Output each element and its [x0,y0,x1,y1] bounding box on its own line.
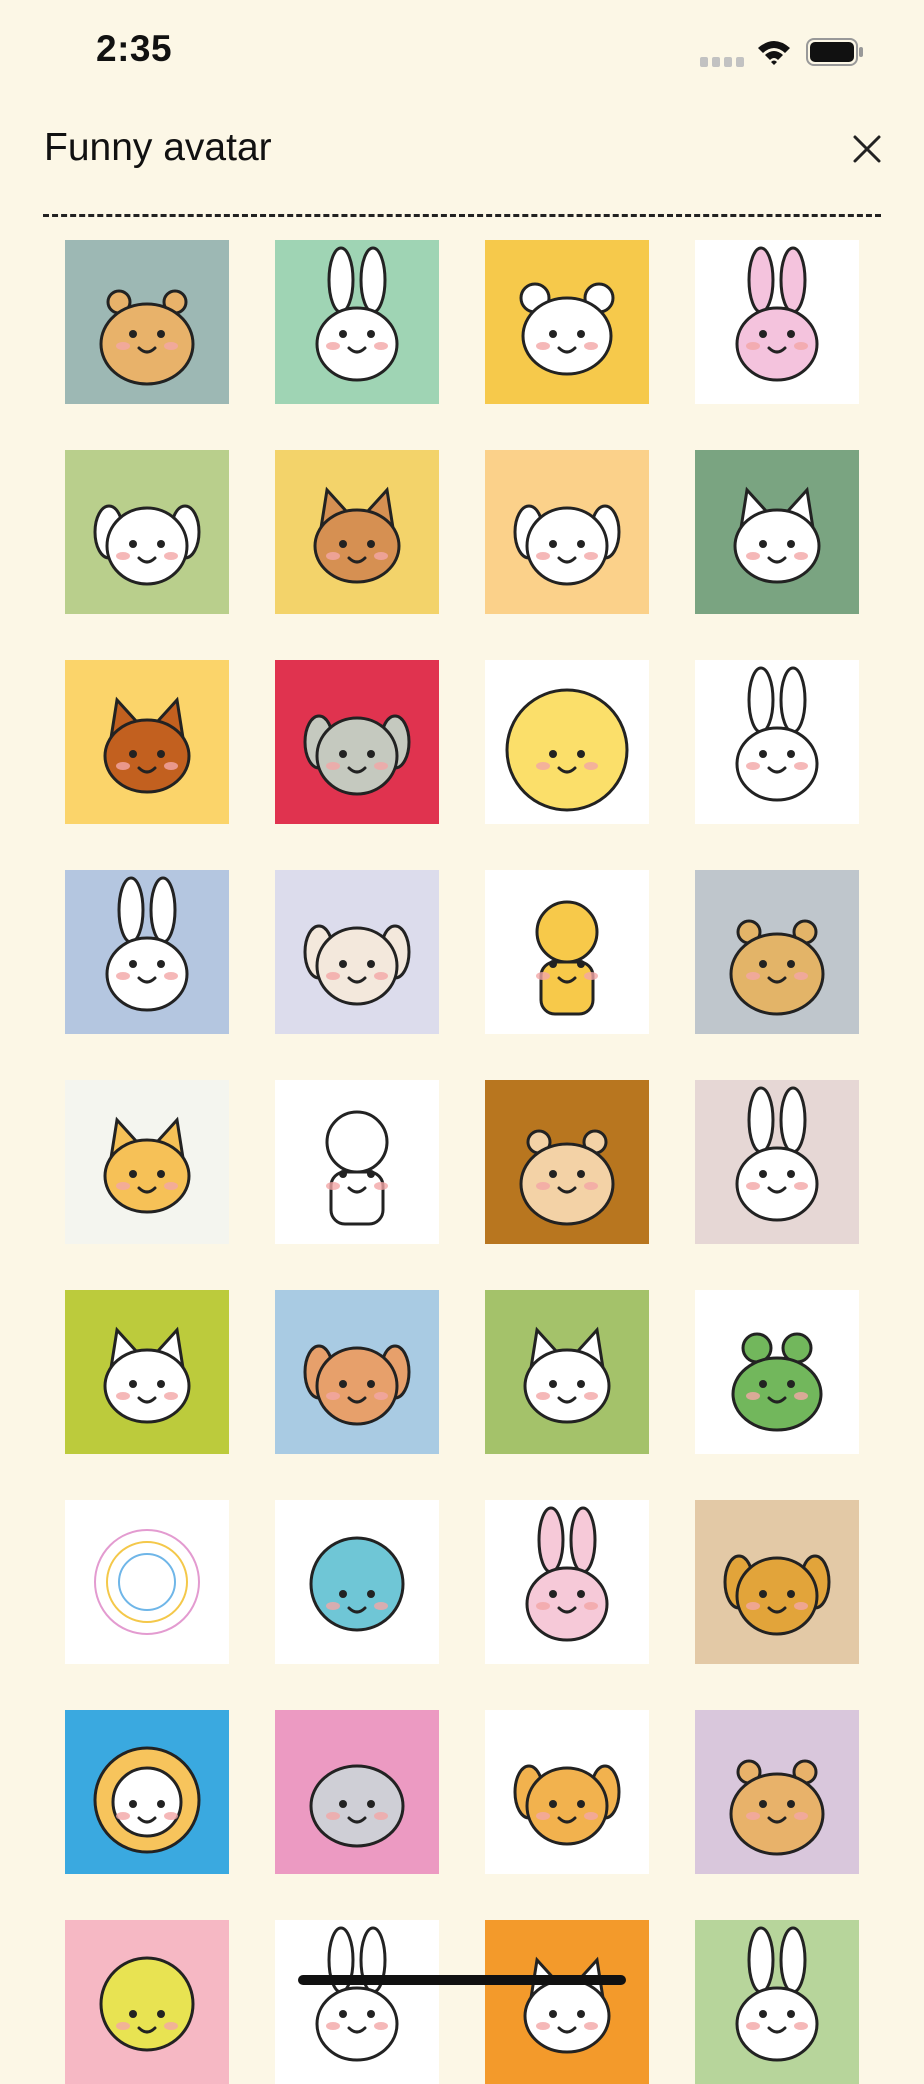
avatar-bunny-black[interactable] [275,1920,439,2084]
avatar-scribble-circle[interactable] [65,1500,229,1664]
avatar-image [275,1500,439,1664]
avatar-cat-fish-dinner[interactable] [485,1290,649,1454]
avatar-image [695,1710,859,1874]
avatar-image [695,240,859,404]
avatar-image [485,450,649,614]
close-icon [853,135,881,163]
avatar-image [485,1710,649,1874]
avatar-image [65,660,229,824]
cellular-signal-icon [700,57,744,67]
avatar-image [275,1710,439,1874]
avatar-image [65,240,229,404]
header: Funny avatar [0,100,924,210]
avatar-frog-party[interactable] [695,1290,859,1454]
battery-icon [806,38,863,66]
avatar-image [65,450,229,614]
avatar-image [485,1500,649,1664]
avatar-lion-window[interactable] [65,1710,229,1874]
close-button[interactable] [845,127,889,171]
avatar-image [695,870,859,1034]
header-divider [43,214,881,217]
avatar-muscle-cat-selfie[interactable] [695,450,859,614]
avatar-pink-bunny-laptop[interactable] [485,1500,649,1664]
avatar-cool-schnauzer[interactable] [275,660,439,824]
avatar-sleepy-dog-laptop[interactable] [275,870,439,1034]
avatar-dog-bed-phone[interactable] [695,1500,859,1664]
avatar-image [695,1500,859,1664]
avatar-image [275,240,439,404]
status-bar: 2:35 [0,0,924,100]
avatar-image [695,1920,859,2084]
avatar-hamster-purple[interactable] [695,1710,859,1874]
avatar-image [485,1080,649,1244]
avatar-hamster-flower[interactable] [65,240,229,404]
avatar-image [695,1080,859,1244]
avatar-yellow-chick[interactable] [485,660,649,824]
avatar-image [65,870,229,1034]
avatar-shark-girl[interactable] [275,1080,439,1244]
avatar-image [485,240,649,404]
avatar-cat-eating[interactable] [65,1080,229,1244]
avatar-image [65,1500,229,1664]
avatar-image [65,1290,229,1454]
avatar-yellow-monster[interactable] [65,1920,229,2084]
avatar-orange-cat[interactable] [65,660,229,824]
avatar-pink-bunny-sunglasses[interactable] [695,240,859,404]
page-title: Funny avatar [44,126,272,169]
avatar-image [485,1290,649,1454]
status-time: 2:35 [96,28,173,69]
avatar-image [275,450,439,614]
avatar-image [485,660,649,824]
avatar-brown-cat-sunburst[interactable] [275,450,439,614]
avatar-image [65,1710,229,1874]
avatar-image [65,1920,229,2084]
avatar-image [485,870,649,1034]
avatar-bear-sunburst[interactable] [485,240,649,404]
avatar-image [275,870,439,1034]
avatar-hamster-acorn[interactable] [485,1080,649,1244]
avatar-bunny-hands[interactable] [695,660,859,824]
avatar-image [275,1290,439,1454]
avatar-bunny-scooter[interactable] [275,240,439,404]
avatar-bunny-blush[interactable] [695,1080,859,1244]
avatar-cat-mug[interactable] [65,1290,229,1454]
avatar-image [695,1290,859,1454]
home-indicator[interactable] [298,1975,626,1985]
avatar-bunny-sky[interactable] [695,1920,859,2084]
avatar-rainbow-dancer[interactable] [485,870,649,1034]
avatar-white-cat-orange[interactable] [485,1920,649,2084]
avatar-fish-monster[interactable] [275,1500,439,1664]
avatar-image [275,1080,439,1244]
avatar-image [65,1080,229,1244]
avatar-image [695,450,859,614]
avatar-image [275,660,439,824]
avatar-hippo-bed[interactable] [275,1710,439,1874]
avatar-corgi-suitcase[interactable] [275,1290,439,1454]
avatar-fluffy-dog-grin[interactable] [485,450,649,614]
avatar-shiba-dog[interactable] [65,450,229,614]
wifi-icon [758,41,790,65]
avatar-hamster-fish[interactable] [695,870,859,1034]
avatar-image [695,660,859,824]
avatar-image [275,1920,439,2084]
avatar-bunny-bed-phone[interactable] [65,870,229,1034]
avatar-image [485,1920,649,2084]
avatar-dog-fries[interactable] [485,1710,649,1874]
